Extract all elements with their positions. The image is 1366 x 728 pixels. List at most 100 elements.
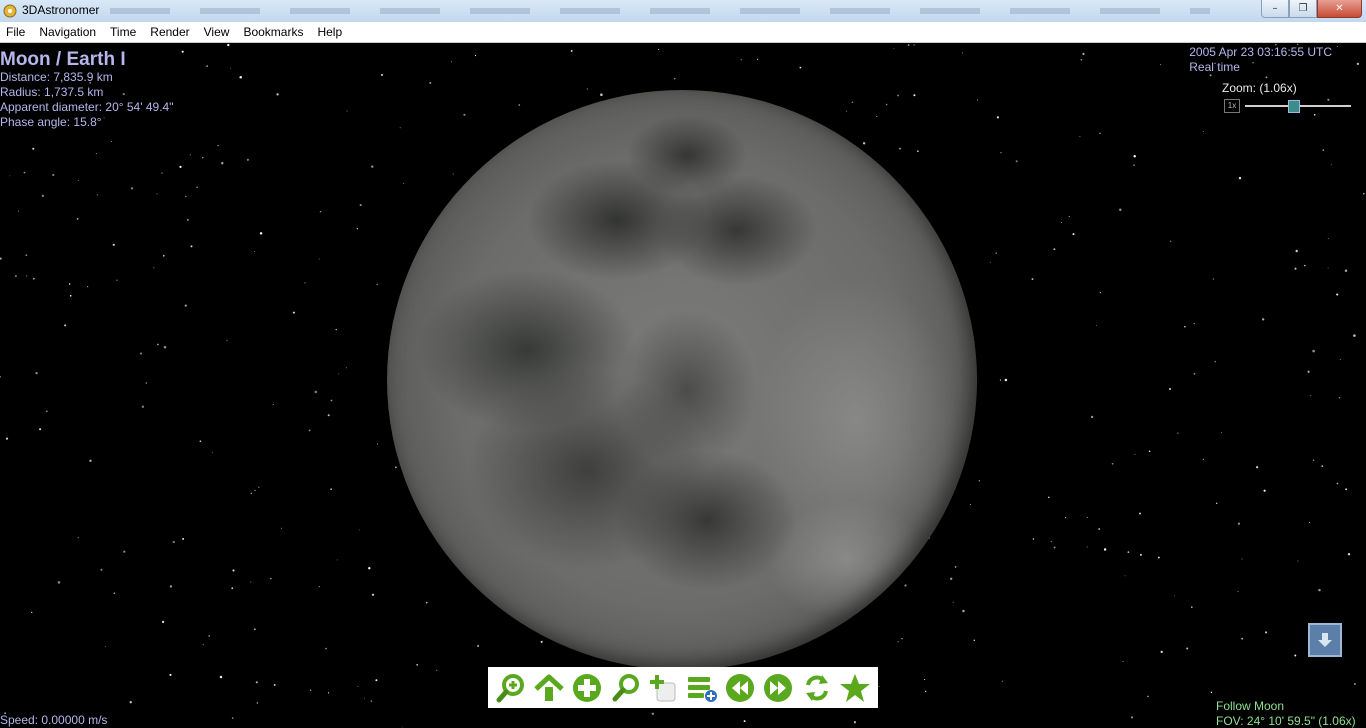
up-arrow-icon <box>534 674 564 701</box>
star <box>1072 233 1075 236</box>
add-button[interactable] <box>570 671 604 705</box>
plus-circle-icon <box>573 673 602 702</box>
zoom-label: Zoom: (1.06x) <box>1222 81 1297 95</box>
star <box>1322 149 1325 152</box>
bottom-toolbar <box>488 667 878 708</box>
star <box>570 49 573 52</box>
title-bar: 3DAstronomer – ❐ ✕ <box>0 0 1366 23</box>
zoom-slider-handle[interactable] <box>1288 100 1301 113</box>
star <box>163 255 165 257</box>
star <box>913 44 915 46</box>
star <box>904 584 907 587</box>
star <box>989 261 991 263</box>
search-button[interactable] <box>609 671 643 705</box>
star <box>893 47 895 49</box>
star <box>272 403 275 406</box>
title-bar-blurred-text <box>110 8 1210 14</box>
star <box>962 609 965 613</box>
star <box>309 689 312 691</box>
star <box>1157 556 1160 559</box>
star <box>674 78 676 80</box>
simulation-datetime: 2005 Apr 23 03:16:55 UTC <box>1189 45 1332 59</box>
star <box>1312 349 1315 353</box>
star <box>330 488 332 490</box>
star <box>380 73 384 76</box>
sync-button[interactable] <box>800 671 834 705</box>
star <box>851 101 854 103</box>
star <box>1304 264 1306 267</box>
menu-navigation[interactable]: Navigation <box>39 25 96 39</box>
menu-render[interactable]: Render <box>150 25 189 39</box>
star <box>600 93 603 96</box>
collapse-toolbar-button[interactable] <box>1308 623 1342 657</box>
star <box>1053 546 1056 549</box>
star <box>232 569 235 572</box>
star <box>474 54 477 57</box>
star <box>357 685 359 688</box>
star <box>436 669 438 671</box>
favorite-button[interactable] <box>838 671 872 705</box>
star <box>1202 458 1204 460</box>
space-viewport[interactable]: Moon / Earth I Distance: 7,835.9 km Radi… <box>0 43 1366 728</box>
star <box>35 371 38 375</box>
star <box>1191 606 1193 608</box>
close-button[interactable]: ✕ <box>1317 0 1362 18</box>
star <box>1356 62 1360 66</box>
star <box>1086 546 1088 548</box>
star <box>219 675 223 679</box>
star <box>1139 553 1142 556</box>
rewind-button[interactable] <box>723 671 757 705</box>
star <box>1001 680 1003 682</box>
star <box>208 635 210 637</box>
zoom-reset-button[interactable]: 1x <box>1224 99 1240 113</box>
menu-time[interactable]: Time <box>110 25 136 39</box>
star <box>913 94 916 97</box>
star <box>318 258 320 260</box>
star <box>259 232 263 235</box>
selected-object-name: Moon / Earth I <box>0 49 126 70</box>
star <box>211 452 213 454</box>
star <box>25 254 28 257</box>
star <box>463 113 466 116</box>
star <box>898 147 902 150</box>
menu-file[interactable]: File <box>6 25 25 39</box>
star <box>145 382 148 384</box>
star <box>1295 249 1298 253</box>
star <box>1336 293 1339 296</box>
star <box>0 375 2 378</box>
star <box>878 685 880 687</box>
star <box>740 59 742 61</box>
star <box>169 585 173 588</box>
star <box>954 566 957 568</box>
star <box>1099 132 1101 135</box>
star <box>338 373 340 375</box>
star <box>229 68 231 70</box>
object-phase-angle: Phase angle: 15.8° <box>0 115 102 129</box>
star <box>1061 222 1063 223</box>
zoom-in-button[interactable] <box>494 671 528 705</box>
follow-target: Follow Moon <box>1216 699 1285 713</box>
moon-globe[interactable] <box>387 90 977 670</box>
menu-help[interactable]: Help <box>317 25 342 39</box>
star <box>970 504 972 506</box>
new-document-button[interactable] <box>647 671 681 705</box>
minimize-button[interactable]: – <box>1261 0 1289 18</box>
menu-bookmarks[interactable]: Bookmarks <box>243 25 303 39</box>
star <box>1255 466 1259 469</box>
restore-button[interactable]: ❐ <box>1289 0 1317 18</box>
star <box>1241 637 1243 640</box>
star <box>9 175 11 177</box>
app-logo-icon <box>3 4 17 18</box>
fast-forward-button[interactable] <box>761 671 795 705</box>
menu-view[interactable]: View <box>204 25 230 39</box>
star <box>1327 238 1329 240</box>
star <box>319 210 322 213</box>
star <box>77 179 79 182</box>
star <box>1344 269 1348 273</box>
star <box>1363 192 1365 195</box>
star <box>345 367 347 369</box>
go-up-button[interactable] <box>532 671 566 705</box>
list-add-button[interactable] <box>685 671 719 705</box>
star <box>123 550 126 553</box>
star <box>95 153 97 155</box>
